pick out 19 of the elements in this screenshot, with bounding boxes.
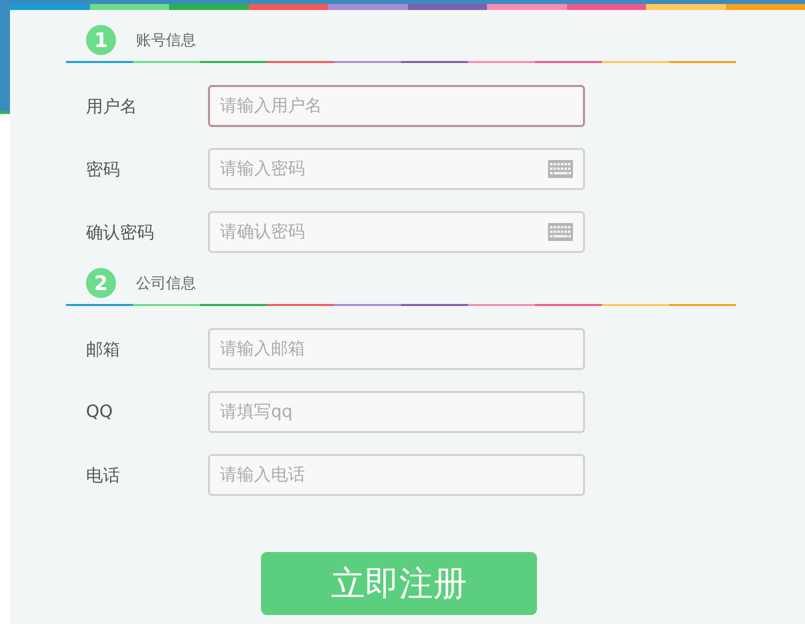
input-field[interactable]: 请填写qq [208, 391, 585, 433]
field-label: QQ [86, 402, 114, 422]
field-label: 确认密码 [86, 222, 155, 244]
register-button[interactable]: 立即注册 [261, 552, 537, 615]
field-label: 邮箱 [86, 338, 121, 360]
section-title: 账号信息 [136, 30, 196, 50]
keyboard-icon[interactable] [548, 223, 573, 241]
input-field[interactable]: 请确认密码 [208, 211, 585, 253]
keyboard-icon[interactable] [548, 160, 573, 178]
field-label: 用户名 [86, 96, 138, 118]
input-field[interactable]: 请输入用户名 [208, 85, 585, 127]
input-field[interactable]: 请输入密码 [208, 148, 585, 190]
step-number-badge: 2 [86, 268, 116, 298]
input-field[interactable]: 请输入邮箱 [208, 328, 585, 370]
step-number-badge: 1 [86, 25, 116, 55]
field-label: 密码 [86, 158, 121, 180]
field-label: 电话 [86, 464, 121, 486]
section-title: 公司信息 [136, 274, 196, 292]
input-field[interactable]: 请输入电话 [208, 454, 585, 496]
